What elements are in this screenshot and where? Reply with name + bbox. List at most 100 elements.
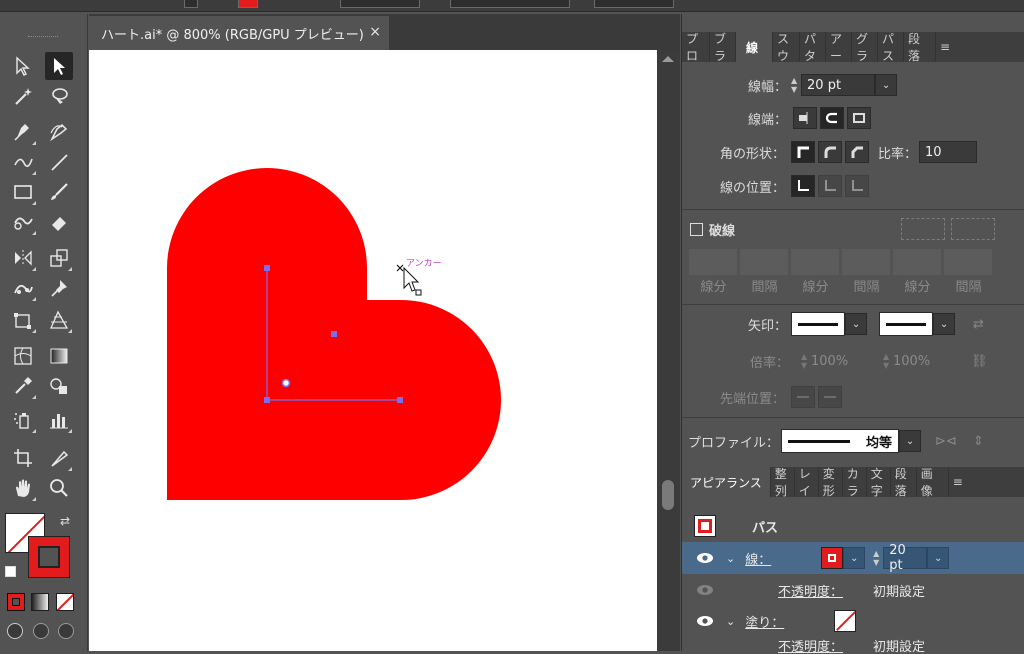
fill-none-swatch[interactable] — [834, 610, 857, 632]
flip-along-icon[interactable]: ⊳⊲ — [935, 434, 957, 449]
dashed-row: 破線 — [690, 218, 996, 240]
projecting-cap-button[interactable] — [847, 107, 872, 129]
align-inside-button[interactable] — [818, 175, 843, 197]
tab-brushes[interactable]: ブラ — [710, 32, 736, 63]
tab-character[interactable]: 文字 — [867, 467, 891, 498]
weight-stepper[interactable]: ▲ ▼ — [787, 74, 801, 96]
scale-label: 倍率： — [750, 355, 790, 371]
dash-3-input[interactable] — [893, 249, 941, 275]
tab-stroke[interactable]: 線 — [736, 32, 774, 62]
opacity-label-2[interactable]: 不透明度： — [778, 636, 843, 654]
round-cap-button[interactable] — [820, 107, 845, 129]
cap-row: 線端： — [748, 107, 874, 129]
tab-artboards[interactable]: アー — [826, 32, 853, 63]
butt-cap-button[interactable] — [793, 107, 818, 129]
panel-menu-icon[interactable]: ≡ — [936, 32, 960, 62]
dashed-checkbox[interactable] — [690, 222, 703, 236]
appearance-opacity-row-2[interactable]: 不透明度： 初期設定 — [682, 636, 1024, 654]
right-panel: プロ ブラ 線 スウ パタ アー グラ パス 段落 ≡ 線幅： ▲ ▼ 20 pt… — [681, 14, 1024, 654]
tab-color[interactable]: カラ — [843, 467, 867, 498]
tip-extend-button[interactable] — [791, 386, 816, 408]
tab-transform[interactable]: 変形 — [819, 467, 843, 498]
align-row: 線の位置： — [720, 175, 872, 197]
tab-swatches[interactable]: スウ — [773, 32, 801, 63]
end-arrowhead-select[interactable] — [879, 312, 934, 336]
scale-1-stepper[interactable]: ▲ ▼ — [797, 350, 811, 372]
miter-limit-input[interactable]: 10 — [919, 141, 978, 163]
align-outside-button[interactable] — [845, 175, 870, 197]
divider — [682, 304, 1024, 305]
tab-pathfinder-2[interactable]: パス — [878, 32, 905, 63]
vertical-scrollbar[interactable] — [657, 50, 680, 651]
tab-properties[interactable]: プロ — [682, 32, 710, 63]
dash-align-corners-button[interactable] — [901, 218, 946, 240]
tip-place-button[interactable] — [818, 386, 843, 408]
gap-1-input[interactable] — [740, 249, 788, 275]
stroke-weight-input[interactable]: 20 pt — [801, 74, 876, 96]
tab-layers[interactable]: レイ — [795, 467, 819, 498]
stroke-weight-dropdown-icon[interactable]: ⌄ — [927, 547, 950, 569]
tab-pathfinder[interactable]: パタ — [800, 32, 827, 63]
fill-attr-label[interactable]: 塗り： — [745, 612, 784, 631]
visibility-eye-icon[interactable] — [696, 615, 714, 627]
divider — [682, 209, 1024, 210]
opacity-label[interactable]: 不透明度： — [778, 581, 843, 600]
swap-arrowheads-icon[interactable]: ⇄ — [973, 317, 984, 332]
scroll-thumb[interactable] — [662, 480, 674, 510]
tab-paragraph[interactable]: 段落 — [891, 467, 917, 498]
tab-gradient[interactable]: グラ — [852, 32, 879, 63]
align-label: 線の位置： — [720, 180, 786, 196]
opacity-value: 初期設定 — [873, 584, 926, 600]
dash-preserve-button[interactable] — [951, 218, 996, 240]
dash-1-input[interactable] — [689, 249, 737, 275]
gap-header: 間隔 — [853, 280, 880, 295]
round-join-button[interactable] — [818, 141, 843, 163]
stroke-weight-row: 線幅： ▲ ▼ 20 pt ⌄ — [748, 74, 898, 96]
appearance-fill-row[interactable]: ⌄ 塗り： — [682, 605, 1024, 637]
miter-join-button[interactable] — [791, 141, 816, 163]
cursor-icon — [396, 264, 422, 296]
scale-1-input[interactable]: 100% — [811, 354, 869, 369]
dash-inputs-row — [689, 249, 995, 275]
corner-label: 角の形状： — [720, 146, 786, 162]
tip-label: 先端位置： — [720, 391, 786, 407]
tab-image-trace[interactable]: 画像 — [917, 467, 949, 498]
expand-chevron-icon[interactable]: ⌄ — [726, 552, 735, 565]
appearance-opacity-row[interactable]: 不透明度： 初期設定 — [682, 574, 1024, 606]
start-arrowhead-dropdown-icon[interactable]: ⌄ — [845, 313, 868, 335]
stroke-color-dropdown-icon[interactable]: ⌄ — [843, 547, 866, 569]
flip-across-icon[interactable]: ⇕ — [973, 434, 984, 449]
tab-appearance[interactable]: アピアランス — [682, 467, 771, 497]
align-center-button[interactable] — [791, 175, 816, 197]
link-scale-icon[interactable]: ⛓ — [971, 354, 988, 369]
gap-3-input[interactable] — [944, 249, 992, 275]
appearance-stroke-weight[interactable]: 20 pt — [883, 543, 928, 573]
appearance-stroke-row[interactable]: ⌄ 線： ⌄ ▲ ▼ 20 pt ⌄ — [682, 542, 1024, 574]
tab-align[interactable]: 整列 — [771, 467, 795, 498]
appearance-panel-tabs: アピアランス 整列 レイ 変形 カラ 文字 段落 画像 ≡ — [682, 467, 1024, 498]
scroll-up-arrow-icon[interactable] — [662, 56, 674, 62]
expand-chevron-icon[interactable]: ⌄ — [726, 615, 735, 628]
gap-2-input[interactable] — [842, 249, 890, 275]
scale-2-input[interactable]: 100% — [893, 354, 951, 369]
visibility-eye-icon[interactable] — [696, 584, 714, 596]
profile-select[interactable]: 均等 — [781, 429, 900, 453]
visibility-eye-icon[interactable] — [696, 552, 714, 564]
start-arrowhead-select[interactable] — [791, 312, 846, 336]
appearance-object-row[interactable]: パス — [682, 510, 1024, 542]
dash-header: 線分 — [904, 280, 931, 295]
tab-paragraph[interactable]: 段落 — [904, 32, 937, 63]
stroke-color-swatch[interactable] — [821, 547, 844, 569]
profile-dropdown-icon[interactable]: ⌄ — [899, 430, 922, 452]
path-thumbnail — [694, 515, 716, 537]
stroke-weight-stepper[interactable]: ▲ ▼ — [869, 547, 883, 569]
end-arrowhead-dropdown-icon[interactable]: ⌄ — [933, 313, 956, 335]
artwork-layer[interactable] — [0, 0, 680, 651]
stroke-attr-label[interactable]: 線： — [745, 549, 771, 568]
bevel-join-button[interactable] — [845, 141, 870, 163]
panel-menu-icon[interactable]: ≡ — [949, 467, 973, 497]
arrowheads-row: 矢印： ⌄ ⌄ ⇄ — [748, 312, 984, 336]
dash-2-input[interactable] — [791, 249, 839, 275]
weight-dropdown-icon[interactable]: ⌄ — [875, 74, 898, 96]
scale-2-stepper[interactable]: ▲ ▼ — [879, 350, 893, 372]
